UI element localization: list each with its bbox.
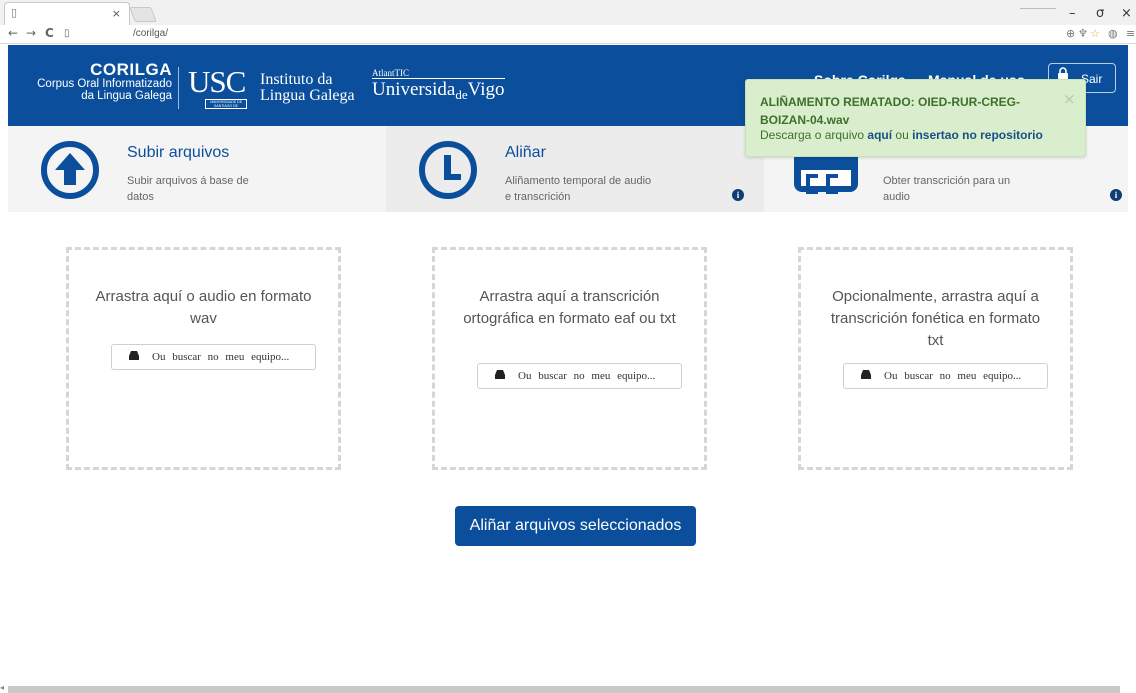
usc-letters: USC bbox=[188, 64, 246, 99]
uvigo-b: Vigo bbox=[467, 79, 505, 100]
extension-puzzle-icon[interactable]: ◍ bbox=[1108, 27, 1118, 40]
uvigo-logo[interactable]: AtlantTIC UniversidadeVigo bbox=[372, 68, 505, 102]
hard-drive-icon bbox=[495, 370, 505, 379]
logo-line-1: Corpus Oral Informatizado bbox=[37, 78, 172, 90]
alert-body-prefix: Descarga o arquivo bbox=[760, 128, 865, 142]
tile-subir-arquivos[interactable]: Subir arquivos Subir arquivos á base de … bbox=[8, 126, 386, 212]
clock-icon bbox=[418, 140, 478, 200]
back-button[interactable]: ← bbox=[8, 26, 18, 40]
upload-arrow-circle-icon bbox=[40, 140, 100, 200]
horizontal-scrollbar[interactable] bbox=[8, 686, 1120, 693]
browse-label: Ou buscar no meu equipo... bbox=[518, 370, 656, 382]
browse-button[interactable]: Ou buscar no meu equipo... bbox=[477, 363, 682, 389]
dropzone-orthographic[interactable]: Arrastra aquí a transcrición ortográfica… bbox=[432, 247, 707, 470]
ilg-line-1: Instituto da bbox=[260, 71, 333, 88]
browser-tab-strip: ▯ × – σ × bbox=[0, 0, 1136, 25]
alert-body: Descarga o arquivo aquí ou insertao no r… bbox=[760, 128, 1043, 142]
page-info-icon[interactable]: ▯ bbox=[64, 28, 70, 39]
success-alert: ALIÑAMENTO REMATADO: OIED-RUR-CREG-BOIZA… bbox=[745, 79, 1086, 157]
maximize-button[interactable]: σ bbox=[1096, 6, 1104, 21]
new-tab-button[interactable] bbox=[129, 7, 157, 22]
dropzone-audio[interactable]: Arrastra aquí o audio en formato wav Ou … bbox=[66, 247, 341, 470]
alert-title: ALIÑAMENTO REMATADO: OIED-RUR-CREG-BOIZA… bbox=[760, 95, 1020, 127]
tile-alinar[interactable]: Aliñar Aliñamento temporal de audio e tr… bbox=[386, 126, 764, 212]
browse-button[interactable]: Ou buscar no meu equipo... bbox=[111, 344, 316, 370]
align-files-button[interactable]: Aliñar arquivos seleccionados bbox=[455, 506, 696, 546]
uvigo-de: de bbox=[455, 87, 468, 102]
ilg-logo[interactable]: Instituto da Lingua Galega bbox=[260, 72, 355, 104]
atlantic-label: AtlantTIC bbox=[372, 68, 409, 78]
browser-toolbar: ← → C ▯ /corilga/ ⊕ ♆ ☆ ◍ ≡ bbox=[0, 25, 1136, 44]
info-circle-icon[interactable]: i bbox=[1110, 189, 1122, 201]
zoom-icon[interactable]: ⊕ bbox=[1066, 27, 1075, 40]
hard-drive-icon bbox=[129, 351, 139, 360]
dropzone-text: Opcionalmente, arrastra aquí a transcric… bbox=[830, 288, 1041, 349]
minimize-button[interactable]: – bbox=[1069, 6, 1076, 21]
dropzone-text: Arrastra aquí a transcrición ortográfica… bbox=[463, 288, 676, 327]
tile-title: Aliñar bbox=[505, 144, 546, 161]
logo-divider bbox=[178, 67, 179, 109]
dropzone-text: Arrastra aquí o audio en formato wav bbox=[95, 288, 312, 327]
uvigo-a: Universida bbox=[372, 79, 456, 100]
usc-logo-mark: USC UNIVERSIDADE DE SANTIAGO DE COMPOSTE… bbox=[188, 64, 256, 109]
download-link[interactable]: aquí bbox=[867, 128, 892, 142]
info-circle-icon[interactable]: i bbox=[732, 189, 744, 201]
tab-close-icon[interactable]: × bbox=[112, 7, 121, 20]
extension-icon[interactable]: ♆ bbox=[1078, 27, 1088, 40]
alert-close-icon[interactable]: × bbox=[1063, 90, 1076, 108]
scroll-left-arrow-icon[interactable]: ◂ bbox=[0, 683, 4, 692]
corilga-logo[interactable]: CORILGA Corpus Oral Informatizado da Lin… bbox=[20, 61, 172, 102]
ilg-line-2: Lingua Galega bbox=[260, 87, 355, 104]
tile-desc: Subir arquivos á base de datos bbox=[127, 175, 249, 203]
hard-drive-icon bbox=[861, 370, 871, 379]
page-icon: ▯ bbox=[11, 6, 18, 19]
browser-tab[interactable]: ▯ × bbox=[4, 2, 130, 25]
window-title-divider bbox=[1020, 8, 1056, 9]
uvigo-wordmark: UniversidadeVigo bbox=[372, 78, 505, 102]
bookmark-star-icon[interactable]: ☆ bbox=[1090, 27, 1100, 40]
alert-body-mid: ou bbox=[895, 128, 909, 142]
forward-button[interactable]: → bbox=[26, 26, 36, 40]
reload-button[interactable]: C bbox=[45, 26, 54, 40]
usc-subtitle: UNIVERSIDADE DE SANTIAGO DE COMPOSTELA bbox=[205, 99, 247, 109]
browse-label: Ou buscar no meu equipo... bbox=[152, 351, 290, 363]
insert-repository-link[interactable]: insertao no repositorio bbox=[912, 128, 1043, 142]
dropzone-phonetic[interactable]: Opcionalmente, arrastra aquí a transcric… bbox=[798, 247, 1073, 470]
logo-line-2: da Lingua Galega bbox=[81, 90, 172, 102]
tile-desc: Obter transcrición para un audio bbox=[883, 175, 1011, 203]
logo-title: CORILGA bbox=[90, 60, 172, 79]
menu-icon[interactable]: ≡ bbox=[1126, 27, 1135, 40]
address-bar[interactable]: /corilga/ bbox=[133, 28, 168, 39]
browse-label: Ou buscar no meu equipo... bbox=[884, 370, 1022, 382]
browse-button[interactable]: Ou buscar no meu equipo... bbox=[843, 363, 1048, 389]
close-window-button[interactable]: × bbox=[1121, 6, 1132, 21]
tile-desc: Aliñamento temporal de audio e transcric… bbox=[505, 175, 652, 203]
tile-title: Subir arquivos bbox=[127, 144, 230, 161]
